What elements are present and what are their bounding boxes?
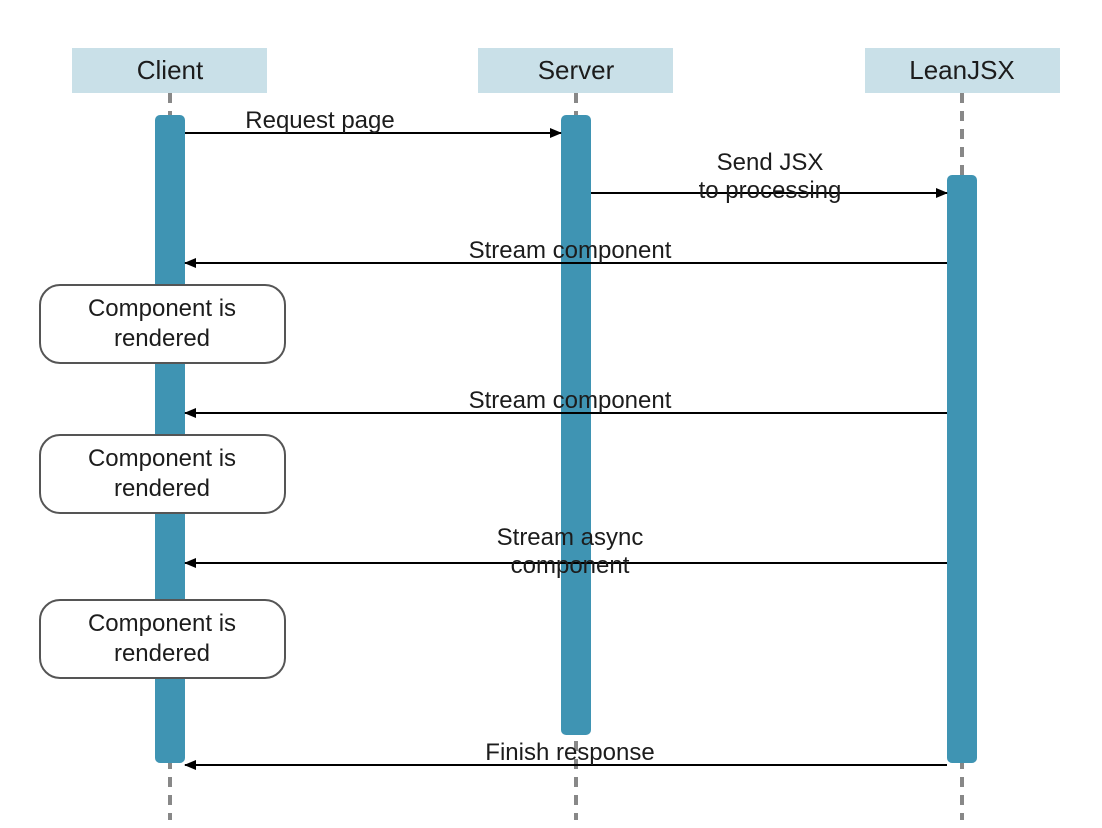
msg-finish: Finish response (485, 739, 654, 766)
sequence-diagram: Client Server LeanJSX Request page Send … (0, 0, 1102, 828)
msg-stream-2: Stream component (469, 387, 672, 414)
msg-send-jsx-l1: Send JSX (717, 149, 824, 176)
actor-leanjsx-label: LeanJSX (909, 55, 1015, 85)
msg-stream-async-l2: component (511, 552, 630, 579)
actor-client-label: Client (137, 55, 204, 85)
msg-stream-1: Stream component (469, 237, 672, 264)
msg-request-page: Request page (245, 107, 394, 134)
note-rendered-3-l2: rendered (114, 640, 210, 667)
activation-server (561, 115, 591, 735)
actor-server-label: Server (538, 55, 615, 85)
msg-stream-async-l1: Stream async (497, 524, 644, 551)
note-rendered-2-l2: rendered (114, 475, 210, 502)
note-rendered-1-l2: rendered (114, 325, 210, 352)
note-rendered-2-l1: Component is (88, 445, 236, 472)
note-rendered-1-l1: Component is (88, 295, 236, 322)
activation-leanjsx (947, 175, 977, 763)
msg-send-jsx-l2: to processing (699, 177, 842, 204)
note-rendered-3-l1: Component is (88, 610, 236, 637)
